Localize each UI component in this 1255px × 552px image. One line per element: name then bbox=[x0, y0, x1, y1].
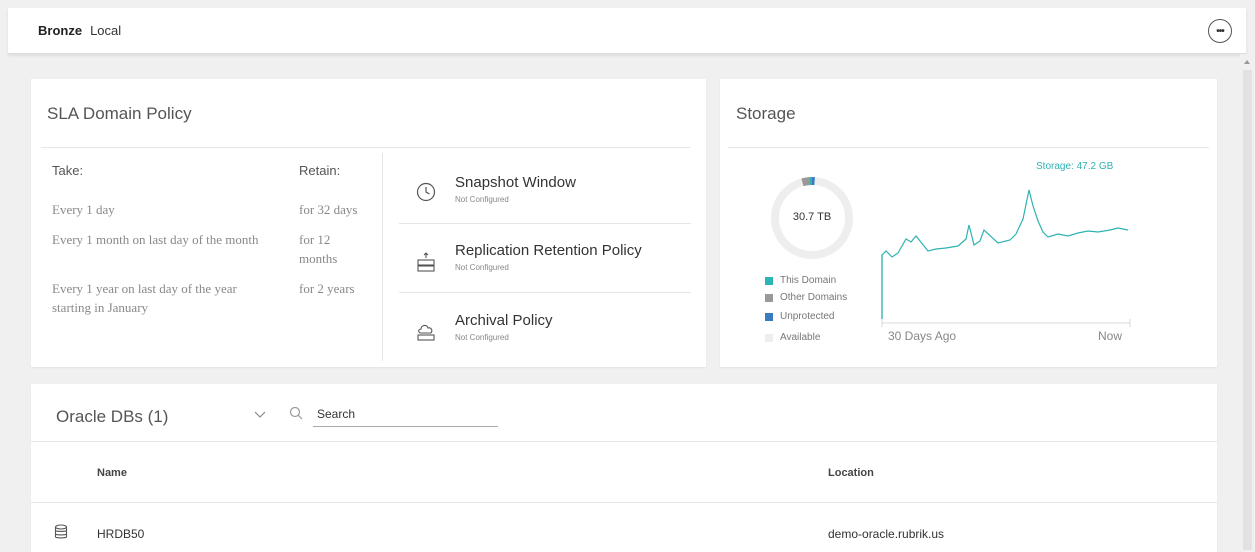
more-options-icon: ••• bbox=[1216, 25, 1224, 37]
policy-title: Archival Policy bbox=[455, 312, 553, 329]
more-options-button[interactable]: ••• bbox=[1208, 19, 1232, 43]
vertical-scrollbar[interactable] bbox=[1240, 54, 1255, 552]
legend-this-domain: This Domain bbox=[765, 275, 836, 286]
column-header-location[interactable]: Location bbox=[828, 467, 874, 479]
search-input[interactable] bbox=[313, 403, 498, 425]
legend-swatch bbox=[765, 276, 773, 285]
retain-header: Retain: bbox=[299, 163, 341, 178]
scroll-up-arrow-icon[interactable] bbox=[1244, 60, 1250, 64]
retain-rule: for 32 days bbox=[299, 202, 358, 217]
take-header: Take: bbox=[52, 163, 84, 178]
policy-status: Not Configured bbox=[455, 333, 509, 342]
sla-policy-title: SLA Domain Policy bbox=[47, 104, 192, 123]
search-field[interactable] bbox=[313, 403, 498, 427]
oracle-dbs-title: Oracle DBs (1) bbox=[56, 407, 169, 426]
breadcrumb-scope: Local bbox=[90, 23, 122, 38]
replication-icon bbox=[417, 252, 435, 272]
legend-swatch bbox=[765, 333, 773, 342]
storage-line-chart bbox=[881, 189, 1131, 327]
legend-swatch bbox=[765, 312, 773, 321]
db-name-cell[interactable]: HRDB50 bbox=[97, 527, 144, 541]
legend-label: Other Domains bbox=[780, 292, 848, 303]
storage-value-label: Storage: 47.2 GB bbox=[1036, 161, 1114, 172]
clock-icon bbox=[416, 182, 436, 202]
divider bbox=[728, 147, 1209, 148]
database-icon bbox=[54, 524, 68, 539]
top-bar: Bronze Local ••• bbox=[8, 8, 1246, 54]
divider bbox=[41, 147, 690, 148]
policy-status: Not Configured bbox=[455, 263, 509, 272]
policy-status: Not Configured bbox=[455, 195, 509, 204]
divider bbox=[382, 153, 383, 361]
divider bbox=[31, 441, 1217, 442]
legend-unprotected: Unprotected bbox=[765, 311, 834, 322]
legend-swatch bbox=[765, 293, 773, 302]
storage-line bbox=[881, 189, 1129, 319]
storage-card: Storage 30.7 TB This Domain Other Domain… bbox=[720, 79, 1217, 367]
x-axis-start-label: 30 Days Ago bbox=[888, 329, 957, 343]
storage-total: 30.7 TB bbox=[792, 211, 832, 223]
replication-retention-policy[interactable]: Replication Retention Policy Not Configu… bbox=[399, 223, 691, 293]
legend-label: This Domain bbox=[780, 275, 837, 286]
legend-other-domains: Other Domains bbox=[765, 292, 847, 303]
take-rule: Every 1 month on last day of the month bbox=[52, 232, 259, 247]
chevron-down-icon[interactable] bbox=[253, 407, 267, 421]
donut-other-domains-segment bbox=[801, 177, 810, 187]
oracle-dbs-card: Oracle DBs (1) Name Location HRDB50 demo… bbox=[31, 384, 1217, 552]
policy-title: Snapshot Window bbox=[455, 174, 576, 191]
scrollbar-thumb[interactable] bbox=[1243, 70, 1252, 550]
legend-label: Available bbox=[780, 332, 821, 343]
divider bbox=[31, 502, 1217, 503]
retain-rule: for 2 years bbox=[299, 281, 355, 296]
legend-available: Available bbox=[765, 332, 820, 343]
take-rule: Every 1 year on last day of the year sta… bbox=[52, 281, 237, 315]
search-icon bbox=[289, 406, 303, 420]
legend-label: Unprotected bbox=[780, 311, 835, 322]
storage-title: Storage bbox=[736, 104, 796, 123]
cloud-archive-icon bbox=[417, 324, 435, 341]
policy-title: Replication Retention Policy bbox=[455, 242, 642, 259]
db-location-cell: demo-oracle.rubrik.us bbox=[828, 527, 945, 541]
sla-domain-policy-card: SLA Domain Policy Take: Retain: Every 1 … bbox=[31, 79, 706, 367]
take-rule: Every 1 day bbox=[52, 202, 115, 217]
breadcrumb-sla-name[interactable]: Bronze bbox=[38, 23, 82, 38]
x-axis-end-label: Now bbox=[1098, 329, 1123, 343]
archival-policy[interactable]: Archival Policy Not Configured bbox=[399, 292, 691, 362]
retain-rule: for 12 months bbox=[299, 232, 338, 266]
snapshot-window-policy[interactable]: Snapshot Window Not Configured bbox=[399, 153, 691, 223]
column-header-name[interactable]: Name bbox=[97, 467, 127, 479]
